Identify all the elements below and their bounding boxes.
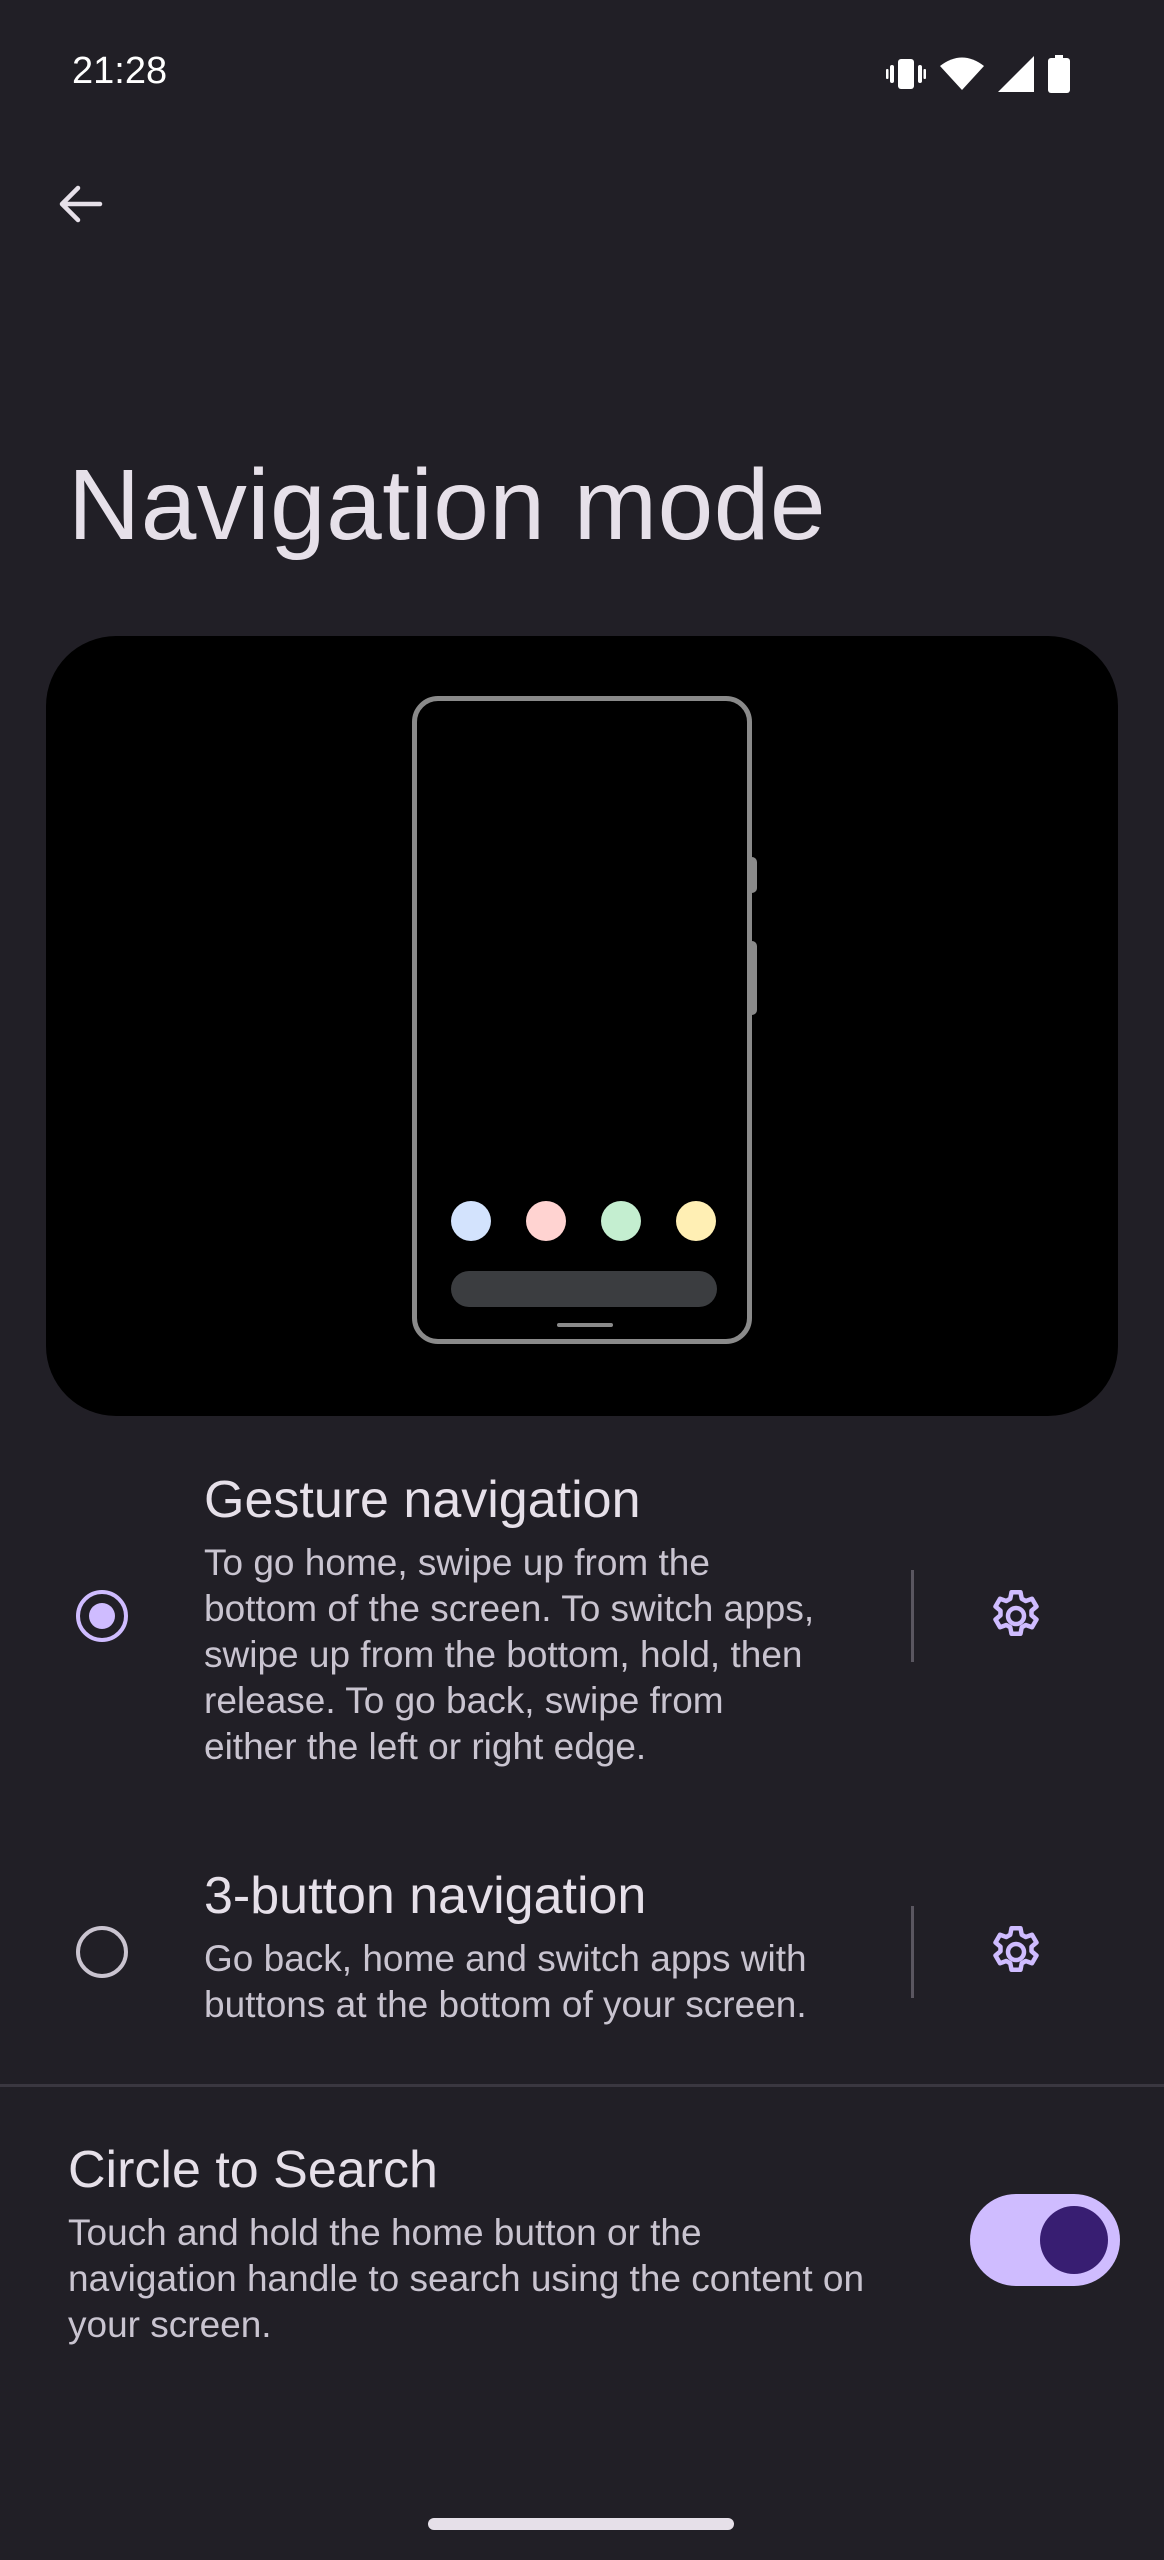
circle-to-search-toggle[interactable] (970, 2194, 1120, 2286)
phone-side-button (747, 857, 757, 893)
app-dot (676, 1201, 716, 1241)
description-line: swipe up from the bottom, hold, then (204, 1634, 803, 1675)
section-divider (0, 2084, 1164, 2087)
vertical-divider (911, 1570, 914, 1662)
three-button-navigation-option[interactable]: 3-button navigation Go back, home and sw… (0, 1866, 1164, 2066)
search-bar-illustration (451, 1271, 717, 1307)
nav-handle-illustration (557, 1323, 613, 1327)
gesture-navigation-option[interactable]: Gesture navigation To go home, swipe up … (0, 1460, 1164, 1800)
option-description: Go back, home and switch apps with butto… (204, 1936, 884, 2028)
app-dot (526, 1201, 566, 1241)
description-line: Go back, home and switch apps with (204, 1938, 807, 1979)
phone-side-button (747, 941, 757, 1015)
vibrate-icon (886, 57, 926, 96)
app-dot (601, 1201, 641, 1241)
gear-icon (993, 1590, 1039, 1636)
phone-illustration (412, 696, 757, 1344)
battery-icon (1048, 55, 1070, 98)
navigation-preview (46, 636, 1118, 1416)
wifi-icon (940, 57, 984, 96)
description-line: your screen. (68, 2304, 272, 2345)
three-button-settings-button[interactable] (984, 1920, 1048, 1984)
status-icons (886, 55, 1070, 98)
option-description: To go home, swipe up from the bottom of … (204, 1540, 884, 1770)
back-button[interactable] (48, 172, 112, 236)
page-title: Navigation mode (68, 449, 826, 561)
vertical-divider (911, 1906, 914, 1998)
description-line: Touch and hold the home button or the (68, 2212, 702, 2253)
status-time: 21:28 (72, 50, 168, 92)
toggle-thumb (1040, 2206, 1108, 2274)
description-line: bottom of the screen. To switch apps, (204, 1588, 815, 1629)
app-dot (451, 1201, 491, 1241)
description-line: navigation handle to search using the co… (68, 2258, 865, 2299)
description-line: buttons at the bottom of your screen. (204, 1984, 807, 2025)
description-line: release. To go back, swipe from (204, 1680, 724, 1721)
radio-selected-indicator (89, 1603, 115, 1629)
gear-icon (993, 1926, 1039, 1972)
circle-to-search-description: Touch and hold the home button or the na… (68, 2210, 948, 2348)
circle-to-search-title: Circle to Search (68, 2141, 438, 2199)
description-line: either the left or right edge. (204, 1726, 647, 1767)
signal-icon (998, 56, 1034, 97)
arrow-back-icon (59, 185, 103, 223)
description-line: To go home, swipe up from the (204, 1542, 710, 1583)
three-button-navigation-radio[interactable] (76, 1926, 128, 1978)
option-title: Gesture navigation (204, 1471, 641, 1529)
gesture-settings-button[interactable] (984, 1584, 1048, 1648)
option-title: 3-button navigation (204, 1867, 647, 1925)
gesture-navigation-radio[interactable] (76, 1590, 128, 1642)
system-gesture-handle[interactable] (428, 2518, 734, 2530)
